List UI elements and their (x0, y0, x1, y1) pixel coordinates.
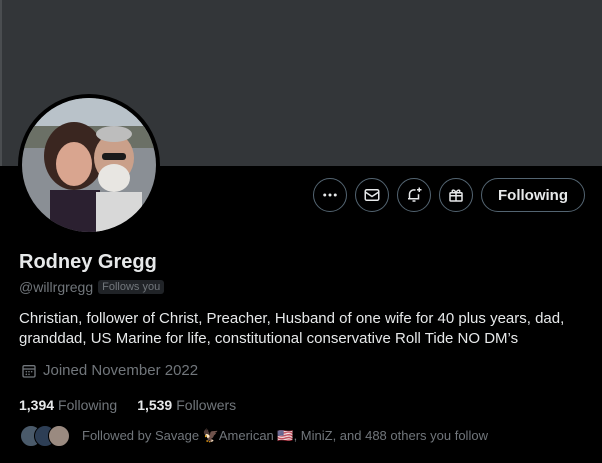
followers-you-know-avatars (20, 425, 70, 447)
more-horizontal-icon (323, 193, 337, 197)
banner-edge (0, 0, 2, 166)
joined-text: Joined November 2022 (43, 362, 199, 379)
following-button[interactable]: Following (481, 178, 585, 212)
followers-stat[interactable]: 1,539 Followers (137, 397, 236, 413)
following-label: Following (58, 397, 118, 413)
followers-count: 1,539 (137, 397, 173, 413)
notifications-button[interactable] (397, 178, 432, 212)
joined-date: Joined November 2022 (21, 362, 198, 379)
follows-you-badge: Follows you (98, 280, 165, 294)
calendar-icon (22, 364, 36, 378)
profile-name: Rodney Gregg (19, 251, 157, 273)
profile-bio: Christian, follower of Christ, Preacher,… (19, 310, 565, 347)
handle-row: @willrgregg Follows you (19, 279, 165, 295)
subscribe-button[interactable] (439, 178, 474, 212)
profile-actions: Following (313, 178, 585, 212)
bell-plus-icon (408, 187, 422, 202)
followers-label: Followers (176, 397, 237, 413)
following-stat[interactable]: 1,394 Following (19, 397, 117, 413)
followed-by-row[interactable]: Followed by Savage 🦅American 🇺🇸, MiniZ, … (20, 425, 488, 447)
mail-icon (364, 189, 380, 201)
following-count: 1,394 (19, 397, 55, 413)
follow-stats: 1,394 Following 1,539 Followers (19, 397, 236, 413)
profile-avatar[interactable] (18, 94, 160, 236)
more-button[interactable] (313, 178, 348, 212)
mini-avatar (48, 425, 70, 447)
profile-handle: @willrgregg (19, 279, 94, 295)
message-button[interactable] (355, 178, 390, 212)
avatar-photo (22, 98, 156, 232)
followed-by-text: Followed by Savage 🦅American 🇺🇸, MiniZ, … (82, 428, 488, 443)
gift-icon (449, 189, 463, 202)
